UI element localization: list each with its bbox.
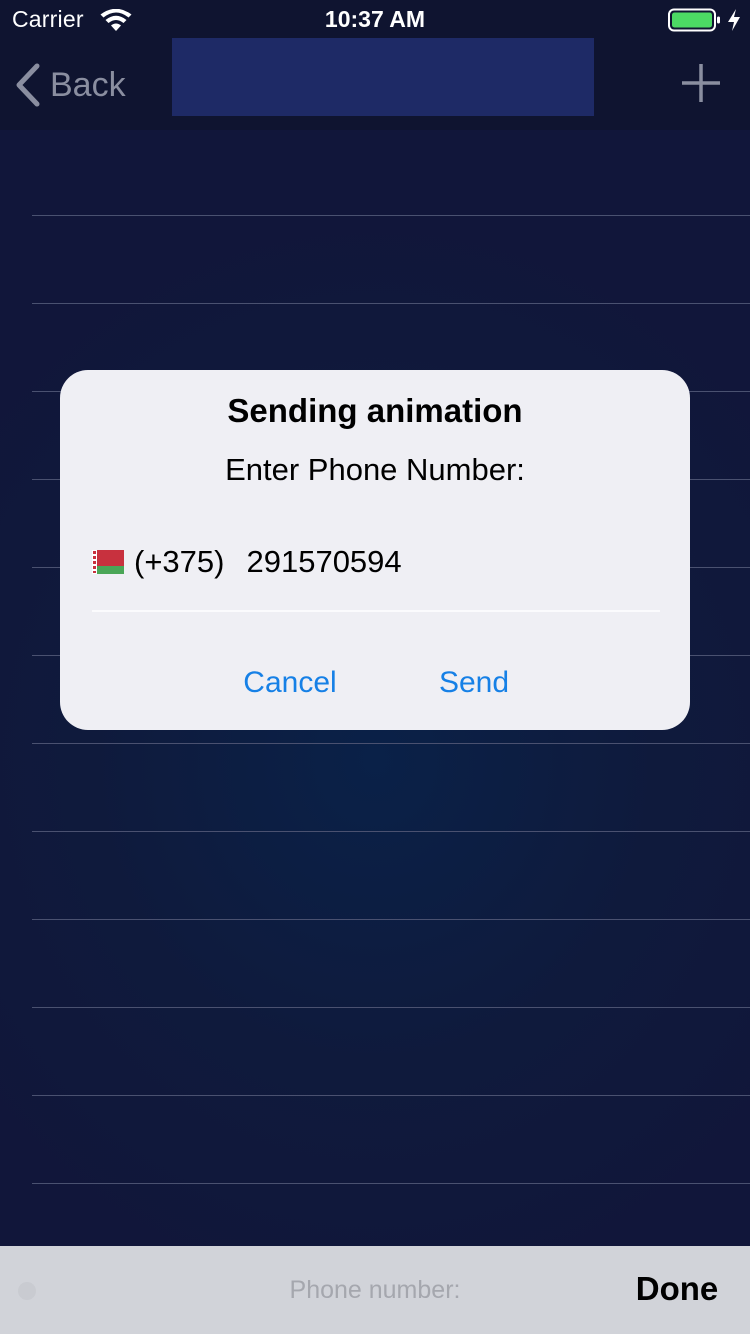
keyboard-toolbar: Phone number: Done bbox=[0, 1246, 750, 1334]
phone-number-field[interactable]: 291570594 bbox=[246, 544, 401, 580]
status-bar: Carrier 10:37 AM bbox=[0, 0, 750, 40]
battery-icon bbox=[668, 8, 720, 32]
row-separator bbox=[32, 303, 750, 304]
send-button[interactable]: Send bbox=[424, 666, 524, 700]
plus-icon[interactable] bbox=[680, 62, 722, 104]
phone-input-row[interactable]: (+375) 291570594 bbox=[92, 540, 660, 584]
row-separator bbox=[32, 1095, 750, 1096]
row-separator bbox=[32, 215, 750, 216]
phone-field-underline bbox=[92, 610, 660, 612]
back-button-label: Back bbox=[50, 65, 126, 104]
row-separator bbox=[32, 831, 750, 832]
alert-message: Enter Phone Number: bbox=[225, 452, 525, 487]
clock-label: 10:37 AM bbox=[324, 6, 426, 32]
row-separator bbox=[32, 1183, 750, 1184]
back-button[interactable]: Back bbox=[14, 62, 126, 108]
navigation-bar: Back bbox=[0, 38, 750, 130]
row-separator bbox=[32, 919, 750, 920]
phone-number-alert: Sending animation Enter Phone Number: (+… bbox=[60, 370, 690, 730]
chevron-left-icon bbox=[16, 63, 40, 107]
cancel-button[interactable]: Cancel bbox=[228, 666, 352, 700]
belarus-flag-icon[interactable] bbox=[92, 550, 124, 574]
row-separator bbox=[32, 743, 750, 744]
country-code[interactable]: (+375) bbox=[134, 544, 224, 580]
charging-bolt-icon bbox=[728, 9, 740, 31]
done-button[interactable]: Done bbox=[622, 1270, 732, 1308]
row-separator bbox=[32, 1007, 750, 1008]
nav-title-banner bbox=[172, 38, 594, 116]
alert-title: Sending animation bbox=[227, 392, 523, 429]
